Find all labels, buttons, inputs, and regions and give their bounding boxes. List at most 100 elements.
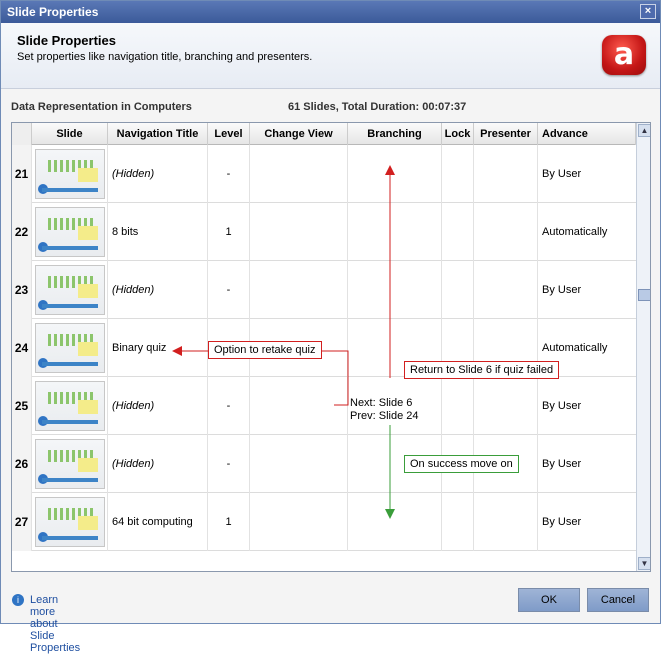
thumbnail-note	[78, 516, 98, 530]
advance-cell[interactable]: By User	[538, 261, 636, 319]
slide-thumbnail[interactable]	[35, 149, 105, 199]
navigation-title-cell[interactable]: 8 bits	[108, 203, 208, 261]
course-title: Data Representation in Computers	[11, 101, 192, 113]
ok-button[interactable]: OK	[518, 588, 580, 612]
table-header: Slide Navigation Title Level Change View…	[12, 123, 636, 145]
slide-number: 25	[12, 377, 32, 435]
level-cell[interactable]: 1	[208, 203, 250, 261]
slide-thumbnail[interactable]	[35, 381, 105, 431]
slide-thumbnail[interactable]	[35, 265, 105, 315]
slide-thumbnail[interactable]	[35, 207, 105, 257]
column-header-slide[interactable]: Slide	[32, 123, 108, 145]
info-icon: i	[12, 594, 24, 606]
table-row[interactable]: 21 (Hidden) - By User	[12, 145, 636, 203]
column-header-level[interactable]: Level	[208, 123, 250, 145]
slide-thumbnail-cell[interactable]	[32, 493, 108, 551]
change-view-cell[interactable]	[250, 145, 348, 203]
thumbnail-bar	[42, 188, 98, 192]
branching-cell[interactable]	[348, 145, 442, 203]
level-cell[interactable]: -	[208, 145, 250, 203]
slide-thumbnail-cell[interactable]	[32, 203, 108, 261]
thumbnail-bar	[42, 420, 98, 424]
slide-thumbnail[interactable]	[35, 439, 105, 489]
level-cell[interactable]: -	[208, 377, 250, 435]
branching-cell[interactable]	[348, 261, 442, 319]
table-row[interactable]: 25 (Hidden) - By User	[12, 377, 636, 435]
lock-cell[interactable]	[442, 377, 474, 435]
advance-cell[interactable]: By User	[538, 377, 636, 435]
level-cell[interactable]: -	[208, 261, 250, 319]
cancel-button[interactable]: Cancel	[587, 588, 649, 612]
table-row[interactable]: 27 64 bit computing 1 By User	[12, 493, 636, 551]
slide-thumbnail-cell[interactable]	[32, 377, 108, 435]
dialog-header: Slide Properties Set properties like nav…	[1, 23, 660, 89]
slide-number: 27	[12, 493, 32, 551]
column-header-navigation-title[interactable]: Navigation Title	[108, 123, 208, 145]
navigation-title-cell[interactable]: 64 bit computing	[108, 493, 208, 551]
slide-thumbnail[interactable]	[35, 497, 105, 547]
column-header-lock[interactable]: Lock	[442, 123, 474, 145]
slide-number: 21	[12, 145, 32, 203]
logo-letter: a	[613, 37, 635, 72]
slide-properties-grid[interactable]: Slide Navigation Title Level Change View…	[11, 122, 651, 572]
lock-cell[interactable]	[442, 493, 474, 551]
navigation-title-cell[interactable]: (Hidden)	[108, 435, 208, 493]
thumbnail-bar	[42, 246, 98, 250]
slide-thumbnail[interactable]	[35, 323, 105, 373]
lock-cell[interactable]	[442, 261, 474, 319]
window-title: Slide Properties	[7, 5, 99, 19]
vertical-scrollbar[interactable]: ▲ ▼	[636, 123, 650, 571]
thumbnail-bar	[42, 362, 98, 366]
table-row[interactable]: 22 8 bits 1 Automatically	[12, 203, 636, 261]
navigation-title-cell[interactable]: Binary quiz	[108, 319, 208, 377]
branching-cell[interactable]	[348, 493, 442, 551]
advance-cell[interactable]: Automatically	[538, 203, 636, 261]
scroll-down-icon[interactable]: ▼	[638, 557, 650, 570]
column-header-branching[interactable]: Branching	[348, 123, 442, 145]
column-header-advance[interactable]: Advance	[538, 123, 636, 145]
slide-thumbnail-cell[interactable]	[32, 319, 108, 377]
table-row[interactable]: 23 (Hidden) - By User	[12, 261, 636, 319]
change-view-cell[interactable]	[250, 493, 348, 551]
slide-thumbnail-cell[interactable]	[32, 435, 108, 493]
lock-cell[interactable]	[442, 145, 474, 203]
slide-thumbnail-cell[interactable]	[32, 261, 108, 319]
level-cell[interactable]: -	[208, 435, 250, 493]
level-cell[interactable]: 1	[208, 493, 250, 551]
presenter-cell[interactable]	[474, 261, 538, 319]
scroll-thumb[interactable]	[638, 289, 650, 301]
presenter-cell[interactable]	[474, 203, 538, 261]
thumbnail-note	[78, 226, 98, 240]
presenter-cell[interactable]	[474, 493, 538, 551]
column-header-presenter[interactable]: Presenter	[474, 123, 538, 145]
scroll-up-icon[interactable]: ▲	[638, 124, 650, 137]
advance-cell[interactable]: By User	[538, 145, 636, 203]
close-icon[interactable]: ×	[640, 4, 656, 19]
advance-cell[interactable]: By User	[538, 493, 636, 551]
advance-cell[interactable]: By User	[538, 435, 636, 493]
slide-number: 22	[12, 203, 32, 261]
slide-thumbnail-cell[interactable]	[32, 145, 108, 203]
change-view-cell[interactable]	[250, 261, 348, 319]
lock-cell[interactable]	[442, 203, 474, 261]
thumbnail-note	[78, 284, 98, 298]
slide-number: 26	[12, 435, 32, 493]
navigation-title-cell[interactable]: (Hidden)	[108, 145, 208, 203]
change-view-cell[interactable]	[250, 377, 348, 435]
change-view-cell[interactable]	[250, 203, 348, 261]
presenter-cell[interactable]	[474, 145, 538, 203]
navigation-title-cell[interactable]: (Hidden)	[108, 261, 208, 319]
change-view-cell[interactable]	[250, 435, 348, 493]
learn-more-text[interactable]: Learn more about Slide Properties	[30, 594, 80, 654]
slide-number: 23	[12, 261, 32, 319]
column-header-change-view[interactable]: Change View	[250, 123, 348, 145]
branching-next: Next: Slide 6	[350, 397, 413, 409]
presenter-cell[interactable]	[474, 377, 538, 435]
table-row[interactable]: 26 (Hidden) - By User	[12, 435, 636, 493]
thumbnail-note	[78, 400, 98, 414]
branching-cell[interactable]	[348, 203, 442, 261]
dialog-subtitle: Set properties like navigation title, br…	[17, 51, 313, 63]
slide-properties-window: Slide Properties × Slide Properties Set …	[0, 0, 661, 654]
thumbnail-bar	[42, 304, 98, 308]
navigation-title-cell[interactable]: (Hidden)	[108, 377, 208, 435]
